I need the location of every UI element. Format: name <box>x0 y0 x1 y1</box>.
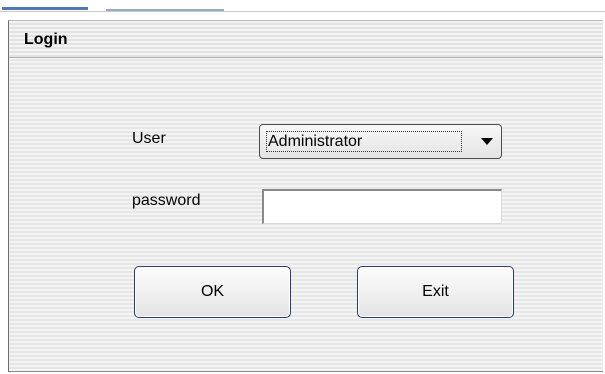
user-select[interactable]: Administrator <box>259 124 502 159</box>
background-divider <box>0 11 605 12</box>
login-dialog: Login User Administrator password OK Exi… <box>8 20 603 372</box>
background-tab-edge <box>2 7 88 10</box>
background-window-strip <box>0 0 605 12</box>
dialog-title: Login <box>24 31 68 48</box>
user-select-value: Administrator <box>266 131 462 152</box>
dialog-bottom-border <box>9 371 603 372</box>
user-label: User <box>132 130 166 147</box>
dialog-titlebar: Login <box>9 21 603 58</box>
password-field[interactable] <box>262 189 502 224</box>
password-label: password <box>132 192 201 209</box>
chevron-down-icon[interactable] <box>481 138 493 145</box>
ok-button[interactable]: OK <box>134 266 291 318</box>
exit-button[interactable]: Exit <box>357 266 514 318</box>
